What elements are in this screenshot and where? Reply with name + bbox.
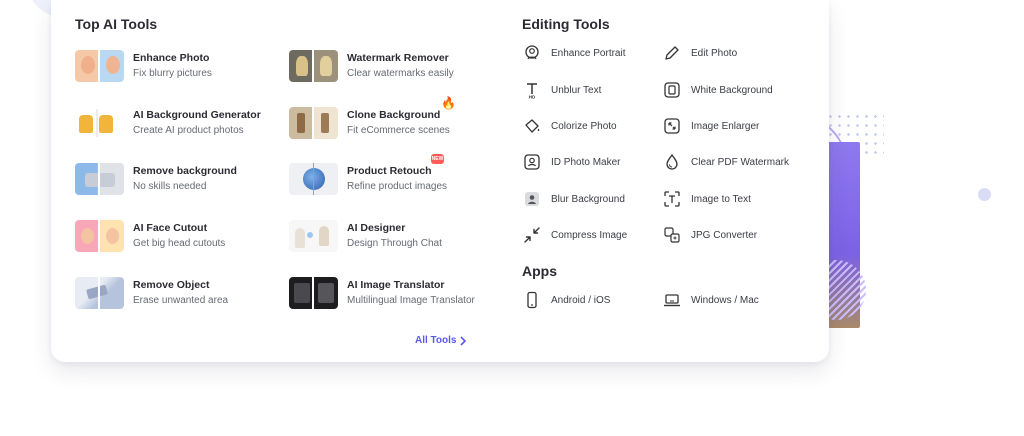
id-card-icon [524, 154, 540, 170]
app-label: Windows / Mac [691, 294, 759, 306]
all-tools-link[interactable]: All Tools [415, 335, 467, 346]
tools-dropdown-menu: Top AI Tools Enhance Photo Fix blurry pi… [51, 0, 829, 362]
tool-name: Enhance Photo [133, 52, 210, 64]
ai-face-cutout-thumbnail [75, 220, 124, 252]
edit-item-label: Image Enlarger [691, 120, 760, 132]
edit-item-label: Blur Background [551, 193, 625, 205]
tool-ai-image-translator[interactable]: AI Image Translator Multilingual Image T… [289, 276, 475, 310]
text-hd-icon: HD [527, 83, 537, 100]
product-retouch-thumbnail [289, 163, 338, 195]
edit-enhance-portrait[interactable]: Enhance Portrait [523, 43, 626, 63]
watermark-remover-thumbnail [289, 50, 338, 82]
compress-icon [524, 227, 540, 243]
tool-ai-face-cutout[interactable]: AI Face Cutout Get big head cutouts [75, 219, 225, 253]
edit-blur-background[interactable]: Blur Background [523, 189, 625, 209]
image-to-text-icon [664, 191, 680, 207]
tool-name: AI Image Translator [347, 279, 445, 291]
tool-name: Remove Object [133, 279, 210, 291]
tool-enhance-photo[interactable]: Enhance Photo Fix blurry pictures [75, 49, 212, 83]
tool-description: Get big head cutouts [133, 238, 226, 249]
edit-image-enlarger[interactable]: Image Enlarger [663, 116, 759, 136]
app-android-ios[interactable]: Android / iOS [523, 290, 610, 310]
edit-id-photo-maker[interactable]: ID Photo Maker [523, 152, 620, 172]
apps-heading: Apps [522, 263, 557, 279]
edit-item-label: Enhance Portrait [551, 47, 626, 59]
tool-product-retouch[interactable]: Product Retouch Refine product images [289, 162, 447, 196]
edit-edit-photo[interactable]: Edit Photo [663, 43, 737, 63]
edit-item-label: Clear PDF Watermark [691, 156, 789, 168]
chevron-right-icon [460, 335, 467, 346]
ai-image-translator-thumbnail [289, 277, 338, 309]
edit-item-label: Unblur Text [551, 84, 602, 96]
portrait-icon [525, 45, 539, 60]
tool-description: No skills needed [133, 181, 207, 192]
edit-item-label: ID Photo Maker [551, 156, 621, 168]
clone-background-thumbnail [289, 107, 338, 139]
pencil-icon [665, 46, 679, 60]
tool-description: Fit eCommerce scenes [347, 125, 450, 136]
edit-white-background[interactable]: White Background [663, 80, 773, 100]
tool-description: Erase unwanted area [133, 295, 229, 306]
tool-ai-designer[interactable]: AI Designer Design Through Chat [289, 219, 442, 253]
laptop-icon [664, 294, 680, 307]
tool-description: Design Through Chat [347, 238, 442, 249]
paint-bucket-icon [525, 119, 540, 133]
tool-description: Fix blurry pictures [133, 68, 212, 79]
edit-jpg-converter[interactable]: JPG Converter [663, 225, 757, 245]
tool-name: AI Background Generator [133, 109, 261, 121]
new-badge: NEW [431, 154, 444, 164]
edit-unblur-text[interactable]: HD Unblur Text [523, 80, 601, 100]
tool-name: AI Face Cutout [133, 222, 208, 234]
edit-item-label: White Background [691, 84, 773, 96]
droplet-icon [666, 153, 678, 170]
tool-watermark-remover[interactable]: Watermark Remover Clear watermarks easil… [289, 49, 454, 83]
remove-object-thumbnail [75, 277, 124, 309]
edit-item-label: Edit Photo [691, 47, 738, 59]
tool-description: Multilingual Image Translator [347, 295, 475, 306]
phone-icon [527, 291, 537, 309]
tool-ai-background-generator[interactable]: AI Background Generator Create AI produc… [75, 106, 261, 140]
ai-designer-thumbnail [289, 220, 338, 252]
all-tools-label: All Tools [415, 335, 457, 346]
background-illustration [826, 120, 872, 342]
converter-icon [664, 227, 680, 243]
tool-name: Product Retouch [347, 165, 432, 177]
edit-item-label: Compress Image [551, 229, 628, 241]
tool-name: Clone Background [347, 109, 441, 121]
editing-tools-heading: Editing Tools [522, 16, 610, 32]
tool-name: AI Designer [347, 222, 406, 234]
tool-name: Remove background [133, 165, 237, 177]
blur-background-icon [525, 192, 539, 206]
tool-name: Watermark Remover [347, 52, 449, 64]
enlarge-icon [664, 118, 680, 134]
ai-background-generator-thumbnail [75, 107, 124, 139]
tool-clone-background[interactable]: Clone Background Fit eCommerce scenes [289, 106, 450, 140]
edit-image-to-text[interactable]: Image to Text [663, 189, 751, 209]
tool-remove-object[interactable]: Remove Object Erase unwanted area [75, 276, 228, 310]
tool-description: Create AI product photos [133, 125, 244, 136]
tool-remove-background[interactable]: Remove background No skills needed [75, 162, 237, 196]
svg-text:HD: HD [529, 95, 536, 100]
enhance-photo-thumbnail [75, 50, 124, 82]
app-windows-mac[interactable]: Windows / Mac [663, 290, 759, 310]
edit-item-label: Colorize Photo [551, 120, 617, 132]
edit-compress-image[interactable]: Compress Image [523, 225, 627, 245]
white-background-icon [664, 82, 680, 98]
app-label: Android / iOS [551, 294, 611, 306]
edit-item-label: JPG Converter [691, 229, 758, 241]
edit-colorize-photo[interactable]: Colorize Photo [523, 116, 617, 136]
remove-background-thumbnail [75, 163, 124, 195]
hot-fire-icon: 🔥 [441, 96, 456, 110]
edit-item-label: Image to Text [691, 193, 751, 205]
edit-clear-pdf-watermark[interactable]: Clear PDF Watermark [663, 152, 789, 172]
top-ai-tools-heading: Top AI Tools [75, 16, 158, 32]
background-dot [978, 188, 991, 201]
tool-description: Refine product images [347, 181, 448, 192]
tool-description: Clear watermarks easily [347, 68, 454, 79]
